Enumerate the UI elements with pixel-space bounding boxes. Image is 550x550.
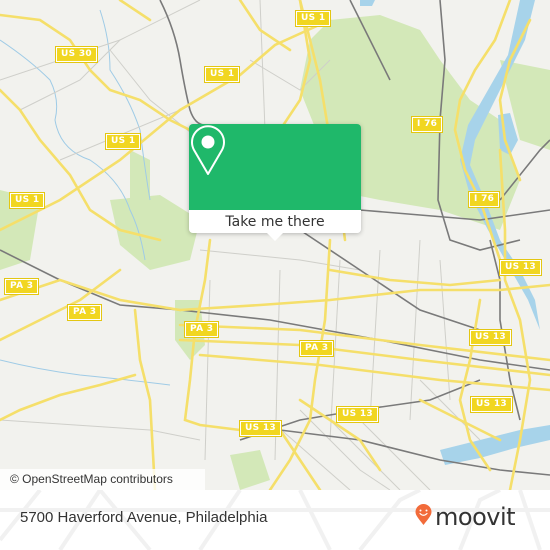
moovit-wordmark: moovit (435, 503, 516, 531)
road-shield: US 1 (8, 192, 46, 209)
footer-bar: 5700 Haverford Avenue, Philadelphia moov… (0, 490, 550, 550)
popup-pointer (267, 233, 283, 241)
destination-popup[interactable]: Take me there (189, 124, 361, 241)
map-view[interactable]: US 30 US 1 US 1 US 1 US 1 I 76 I 76 US 1… (0, 0, 550, 490)
road-shield: US 30 (55, 46, 98, 63)
road-shield: US 1 (203, 66, 241, 83)
road-shield: US 1 (294, 10, 332, 27)
road-shield: I 76 (467, 191, 501, 208)
road-shield: US 13 (336, 406, 379, 423)
road-shield: PA 3 (66, 304, 103, 321)
road-shield: PA 3 (183, 321, 220, 338)
destination-address: 5700 Haverford Avenue, Philadelphia (20, 509, 268, 526)
moovit-logo[interactable]: moovit (415, 502, 516, 532)
map-attribution[interactable]: © OpenStreetMap contributors (0, 469, 205, 490)
road-shield: PA 3 (298, 340, 335, 357)
popup-header (189, 124, 361, 210)
road-shield: US 1 (104, 133, 142, 150)
map-canvas (0, 0, 550, 490)
road-shield: US 13 (499, 259, 542, 276)
road-shield: PA 3 (3, 278, 40, 295)
road-shield: US 13 (239, 420, 282, 437)
road-shield: I 76 (410, 116, 444, 133)
road-shield: US 13 (470, 396, 513, 413)
road-shield: US 13 (469, 329, 512, 346)
take-me-there-button[interactable]: Take me there (189, 210, 361, 233)
moovit-pin-icon (415, 504, 432, 530)
